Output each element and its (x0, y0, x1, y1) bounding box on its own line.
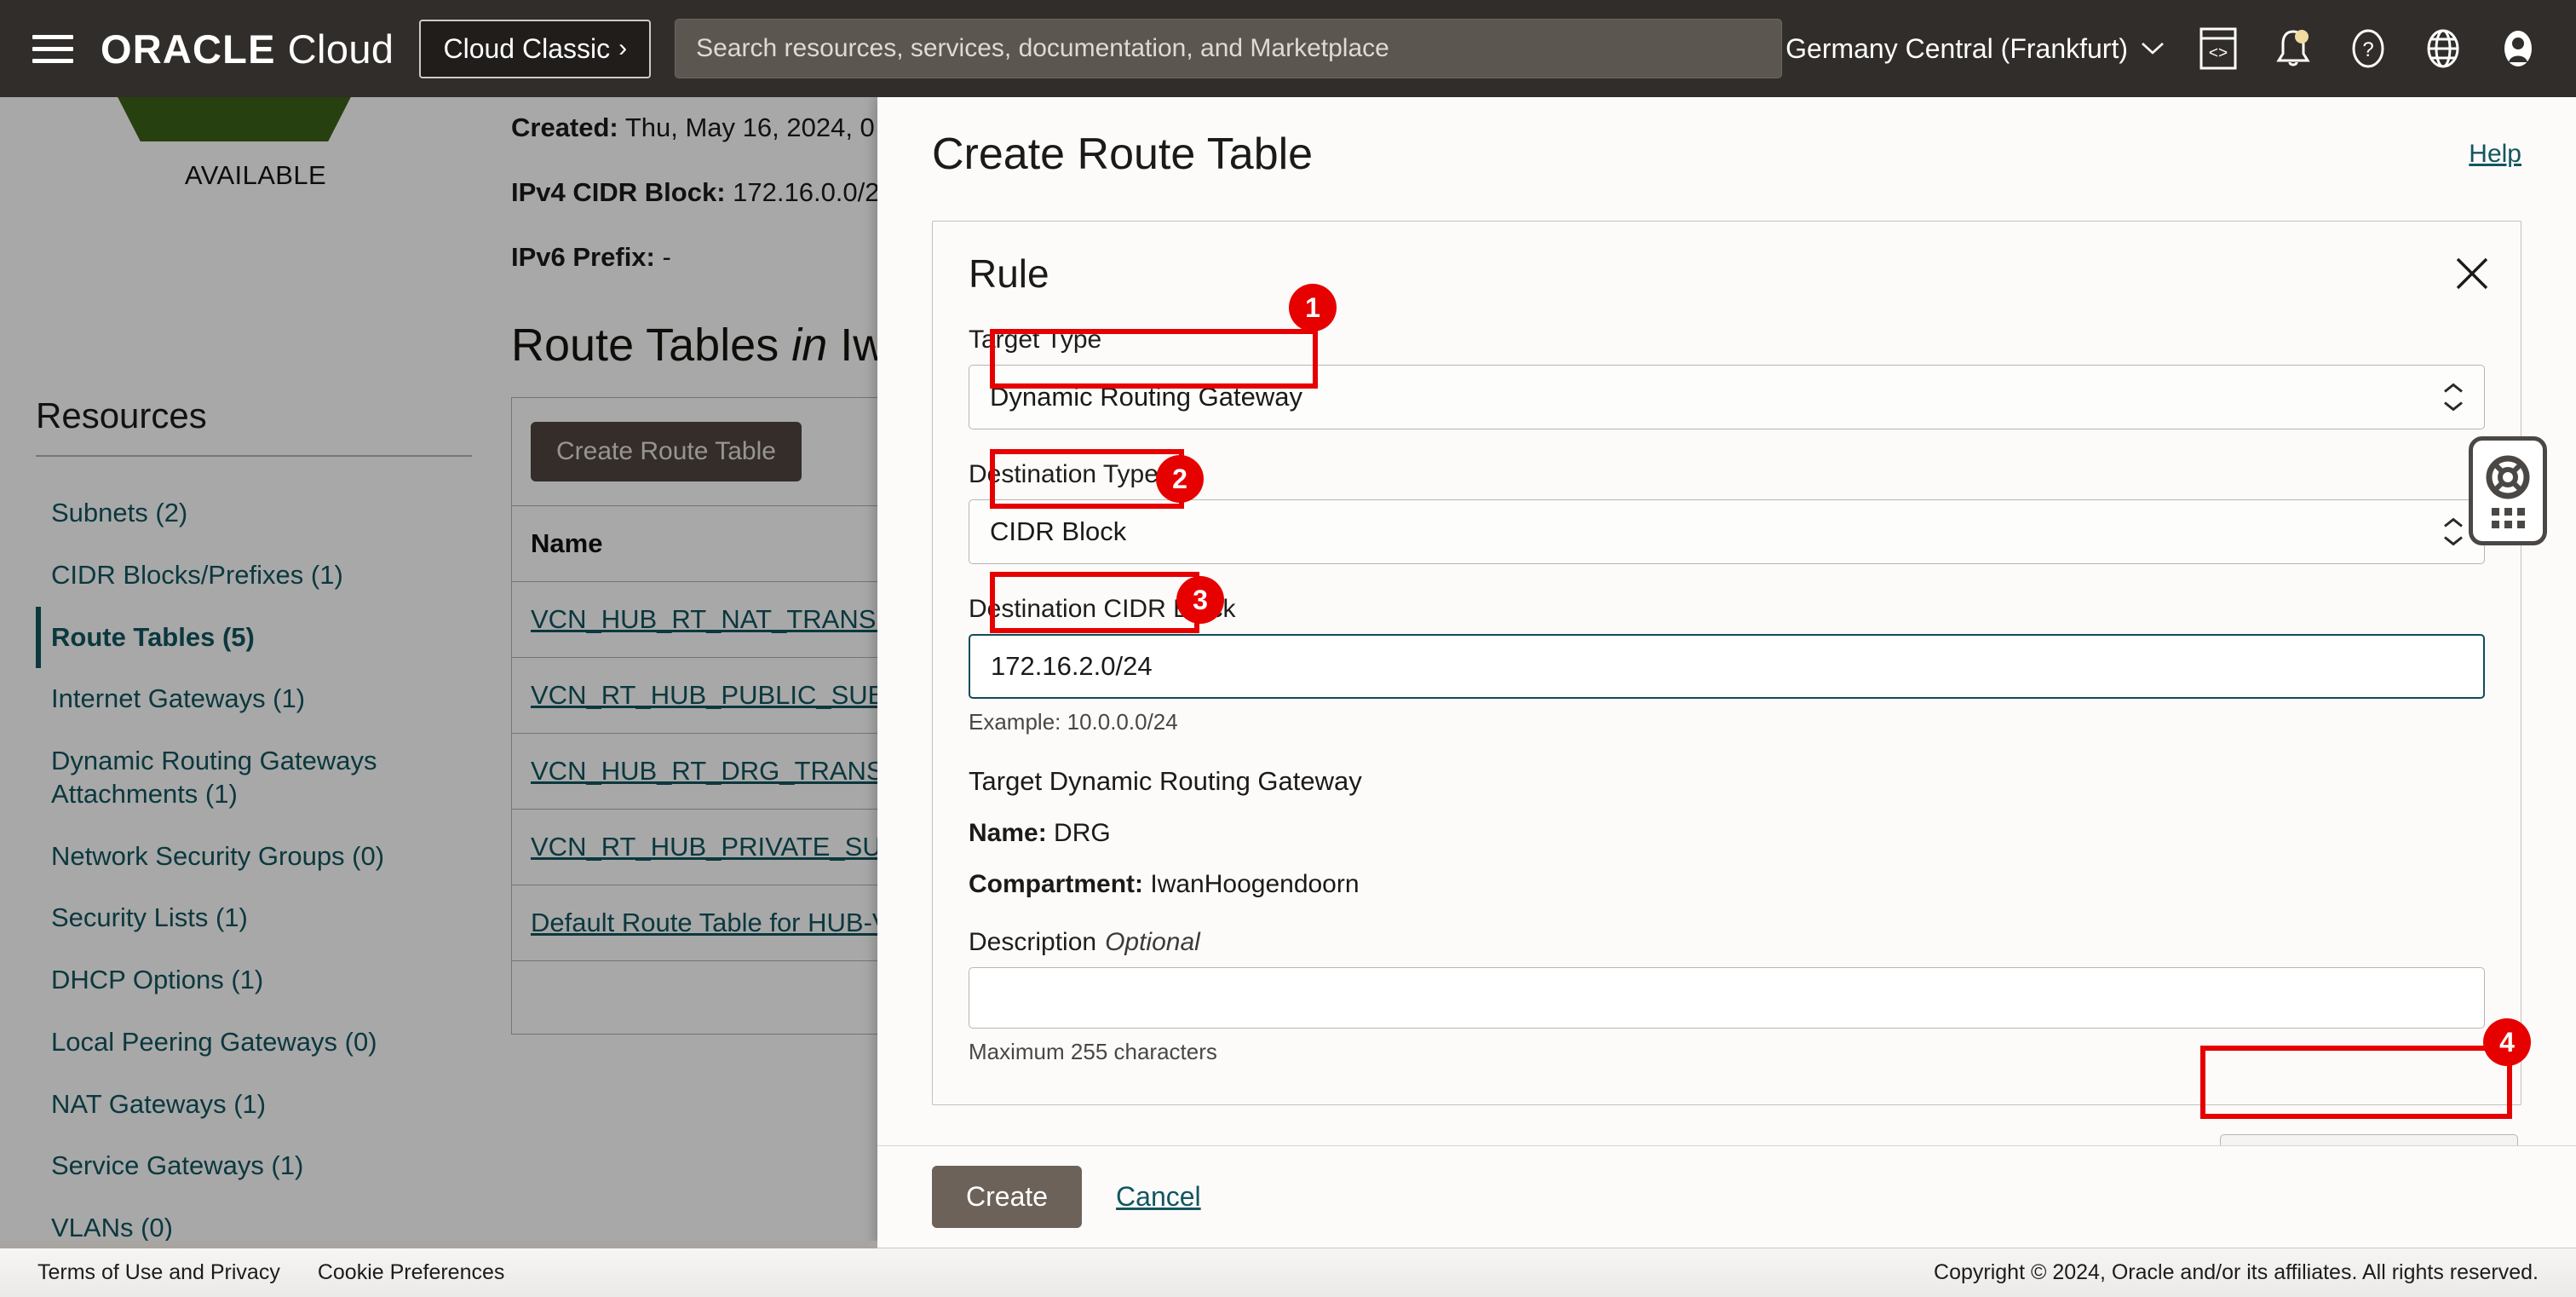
cookie-preferences-link[interactable]: Cookie Preferences (318, 1260, 505, 1285)
region-selector[interactable]: Germany Central (Frankfurt) (1785, 33, 2165, 65)
another-rule-row: + Another Route Rule (932, 1134, 2521, 1145)
sidebar-item-local-peering-gateways[interactable]: Local Peering Gateways (0) (36, 1012, 496, 1074)
route-tables-title-main: Route Tables (511, 320, 779, 371)
close-x-icon[interactable] (2452, 254, 2492, 293)
description-input[interactable] (969, 967, 2485, 1029)
resources-list: Subnets (2) CIDR Blocks/Prefixes (1) Rou… (36, 482, 496, 1260)
destination-type-value: CIDR Block (990, 516, 1127, 546)
panel-title: Create Route Table (932, 129, 1314, 179)
resources-heading: Resources (36, 395, 207, 435)
panel-body: Rule Target Type Dynamic Routing Gateway (877, 210, 2576, 1145)
route-table-link[interactable]: VCN_HUB_RT_DRG_TRANSIT (531, 756, 907, 786)
sidebar-item-route-tables[interactable]: Route Tables (5) (36, 606, 496, 669)
target-drg-name: Name: DRG (969, 819, 2485, 848)
sidebar-item-security-lists[interactable]: Security Lists (1) (36, 887, 496, 949)
chevron-right-icon: › (618, 34, 628, 62)
top-navigation-bar: ORACLE Cloud Cloud Classic › Germany Cen… (0, 0, 2576, 97)
horizontal-scrollbar[interactable] (0, 1241, 877, 1248)
cloud-classic-label: Cloud Classic (443, 32, 611, 64)
copyright-text: Copyright © 2024, Oracle and/or its affi… (1934, 1260, 2539, 1284)
detail-ipv6-label: IPv6 Prefix: (511, 242, 655, 272)
region-label: Germany Central (Frankfurt) (1785, 32, 2128, 64)
sidebar-item-drg-attachments[interactable]: Dynamic Routing Gateways Attachments (1) (36, 730, 496, 826)
dot-grid-handle[interactable] (2491, 508, 2525, 528)
description-label: Description Optional (969, 928, 2485, 957)
help-link[interactable]: Help (2469, 140, 2521, 169)
description-optional-tag: Optional (1105, 928, 1200, 956)
route-tables-title-in: in (791, 320, 828, 371)
route-table-link[interactable]: VCN_HUB_RT_NAT_TRANSIT (531, 604, 900, 634)
sidebar-item-network-security-groups[interactable]: Network Security Groups (0) (36, 826, 496, 888)
resources-divider (36, 455, 472, 457)
notifications-bell-icon[interactable] (2271, 26, 2315, 71)
svg-text:<>: <> (2209, 44, 2228, 62)
annotation-badge-2: 2 (1156, 455, 1204, 503)
chevron-down-icon (2142, 43, 2164, 55)
target-drg-name-label: Name: (969, 819, 1047, 847)
hamburger-menu-icon[interactable] (32, 29, 80, 68)
svg-text:?: ? (2362, 38, 2373, 61)
cloud-shell-icon[interactable]: <> (2196, 26, 2240, 71)
rule-heading: Rule (969, 251, 1049, 296)
target-type-field: Target Type Dynamic Routing Gateway (969, 326, 2485, 429)
target-drg-name-value: DRG (1054, 819, 1111, 847)
target-drg-heading: Target Dynamic Routing Gateway (969, 766, 1362, 796)
sidebar-item-service-gateways[interactable]: Service Gateways (1) (36, 1135, 496, 1197)
resources-sidebar: AVAILABLE Resources Subnets (2) CIDR Blo… (0, 84, 511, 1248)
topbar-actions: Germany Central (Frankfurt) <> ? (1785, 26, 2556, 71)
detail-created-label: Created: (511, 112, 618, 142)
create-button[interactable]: Create (932, 1166, 1083, 1228)
terms-link[interactable]: Terms of Use and Privacy (37, 1260, 280, 1285)
sidebar-item-internet-gateways[interactable]: Internet Gateways (1) (36, 668, 496, 730)
language-globe-icon[interactable] (2421, 26, 2465, 71)
description-hint: Maximum 255 characters (969, 1039, 1217, 1064)
destination-cidr-hint: Example: 10.0.0.0/24 (969, 709, 1178, 735)
sidebar-item-subnets[interactable]: Subnets (2) (36, 482, 496, 545)
user-avatar-icon[interactable] (2496, 26, 2540, 71)
target-type-label: Target Type (969, 326, 1102, 354)
panel-header: Create Route Table Help (877, 97, 2576, 210)
global-search (675, 19, 1783, 78)
description-field: Description Optional Maximum 255 characte… (969, 928, 2485, 1065)
sidebar-item-nat-gateways[interactable]: NAT Gateways (1) (36, 1074, 496, 1136)
detail-created-value: Thu, May 16, 2024, 0 (624, 112, 875, 142)
detail-ipv6-value: - (662, 242, 671, 272)
route-table-link[interactable]: Default Route Table for HUB-VCN (531, 908, 928, 937)
page-footer: Terms of Use and Privacy Cookie Preferen… (0, 1248, 2576, 1297)
destination-cidr-input[interactable] (969, 634, 2485, 699)
target-drg-compartment-label: Compartment: (969, 870, 1144, 898)
target-type-select[interactable]: Dynamic Routing Gateway (969, 365, 2485, 429)
target-drg-compartment: Compartment: IwanHoogendoorn (969, 870, 2485, 899)
panel-footer: Create Cancel (877, 1145, 2576, 1248)
description-label-text: Description (969, 928, 1097, 956)
annotation-badge-3: 3 (1176, 576, 1224, 624)
cloud-classic-button[interactable]: Cloud Classic › (419, 19, 652, 78)
detail-ipv4-label: IPv4 CIDR Block: (511, 177, 726, 207)
destination-type-select[interactable]: CIDR Block (969, 499, 2485, 564)
cancel-link[interactable]: Cancel (1116, 1181, 1201, 1213)
search-input[interactable] (675, 19, 1783, 78)
sidebar-item-dhcp-options[interactable]: DHCP Options (1) (36, 949, 496, 1012)
oracle-cloud-logo: ORACLE Cloud (101, 26, 394, 72)
sidebar-item-cidr-blocks[interactable]: CIDR Blocks/Prefixes (1) (36, 545, 496, 607)
target-type-value: Dynamic Routing Gateway (990, 382, 1302, 412)
lifebuoy-icon (2486, 455, 2530, 499)
annotation-badge-4: 4 (2483, 1018, 2531, 1066)
status-available-label: AVAILABLE (184, 160, 327, 190)
oracle-wordmark: ORACLE (101, 26, 276, 72)
cloud-wordmark: Cloud (287, 26, 394, 72)
create-route-table-button[interactable]: Create Route Table (531, 422, 802, 481)
target-drg-compartment-value: IwanHoogendoorn (1150, 870, 1360, 898)
help-question-icon[interactable]: ? (2346, 26, 2390, 71)
support-widget[interactable] (2469, 436, 2547, 545)
another-route-rule-button[interactable]: + Another Route Rule (2220, 1134, 2518, 1145)
app-root: ORACLE Cloud Cloud Classic › Germany Cen… (0, 0, 2576, 1297)
chevron-updown-icon (2441, 517, 2465, 547)
create-route-table-panel: Create Route Table Help Rule Target Type… (877, 97, 2576, 1248)
detail-ipv4-value: 172.16.0.0/2 (733, 177, 880, 207)
rule-card: Rule Target Type Dynamic Routing Gateway (932, 221, 2521, 1105)
chevron-updown-icon (2441, 383, 2465, 412)
annotation-badge-1: 1 (1289, 284, 1337, 331)
